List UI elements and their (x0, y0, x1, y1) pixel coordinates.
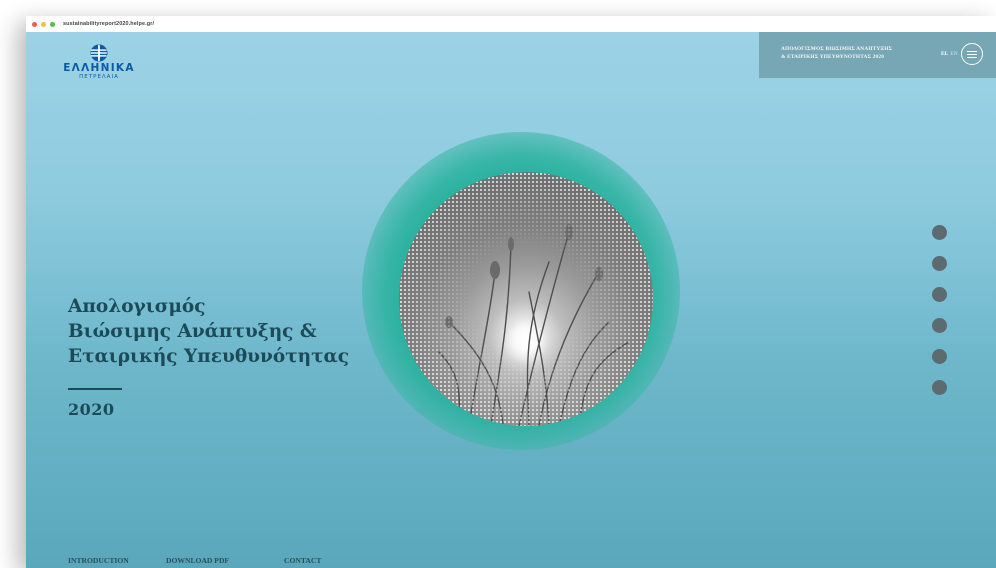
section-dot-5[interactable] (932, 349, 947, 364)
browser-window: sustainabilityreport2020.helpe.gr/ ΕΛΛΗΝ… (26, 16, 996, 568)
helpe-logo-icon (90, 44, 108, 62)
address-bar-url[interactable]: sustainabilityreport2020.helpe.gr/ (63, 21, 154, 27)
section-dot-2[interactable] (932, 256, 947, 271)
report-header-title[interactable]: ΑΠΟΛΟΓΙΣΜΟΣ ΒΙΩΣΙΜΗΣ ΑΝΑΠΤΥΞΗΣ & ΕΤΑΙΡΙΚ… (781, 45, 941, 61)
section-dot-1[interactable] (932, 225, 947, 240)
section-dot-4[interactable] (932, 318, 947, 333)
headline-line1: Απολογισμός (68, 296, 206, 317)
website-viewport: ΕΛΛΗΝΙΚΑ ΠΕΤΡΕΛΑΙΑ ΑΠΟΛΟΓΙΣΜΟΣ ΒΙΩΣΙΜΗΣ … (26, 32, 996, 568)
headline-line2: Βιώσιμης Ανάπτυξης & (68, 321, 317, 342)
footer-link-contact[interactable]: CONTACT (284, 556, 321, 565)
header-panel: ΑΠΟΛΟΓΙΣΜΟΣ ΒΙΩΣΙΜΗΣ ΑΝΑΠΤΥΞΗΣ & ΕΤΑΙΡΙΚ… (759, 32, 996, 78)
maximize-window-dot[interactable] (50, 21, 55, 27)
logo-title: ΕΛΛΗΝΙΚΑ (63, 62, 135, 74)
headline-line3: Εταιρικής Υπευθυνότητας (68, 346, 350, 367)
report-year: 2020 (68, 400, 115, 419)
footer-link-introduction[interactable]: INTRODUCTION (68, 556, 129, 565)
section-dot-6[interactable] (932, 380, 947, 395)
section-dot-nav (932, 225, 948, 411)
minimize-window-dot[interactable] (41, 21, 46, 27)
headline-divider (68, 388, 122, 390)
lang-en-link[interactable]: EN (950, 51, 957, 57)
browser-toolbar: sustainabilityreport2020.helpe.gr/ (26, 16, 996, 33)
hero-grass-image (399, 172, 653, 426)
close-window-dot[interactable] (32, 21, 37, 27)
section-dot-3[interactable] (932, 287, 947, 302)
menu-button[interactable] (961, 43, 983, 65)
header-title-line2: & ΕΤΑΙΡΙΚΗΣ ΥΠΕΥΘΥΝΟΤΗΤΑΣ 2020 (781, 54, 885, 60)
hamburger-line-icon (967, 56, 977, 58)
company-logo[interactable]: ΕΛΛΗΝΙΚΑ ΠΕΤΡΕΛΑΙΑ (54, 44, 144, 80)
language-switcher: EL EN (941, 51, 958, 57)
logo-subtitle: ΠΕΤΡΕΛΑΙΑ (79, 74, 119, 80)
hamburger-line-icon (967, 50, 977, 52)
hamburger-line-icon (967, 53, 977, 55)
hero-headline: Απολογισμός Βιώσιμης Ανάπτυξης & Εταιρικ… (68, 294, 378, 369)
lang-el-link[interactable]: EL (941, 51, 948, 57)
halftone-overlay (399, 172, 653, 426)
header-title-line1: ΑΠΟΛΟΓΙΣΜΟΣ ΒΙΩΣΙΜΗΣ ΑΝΑΠΤΥΞΗΣ (781, 46, 893, 52)
footer-link-download-pdf[interactable]: DOWNLOAD PDF (166, 556, 229, 565)
